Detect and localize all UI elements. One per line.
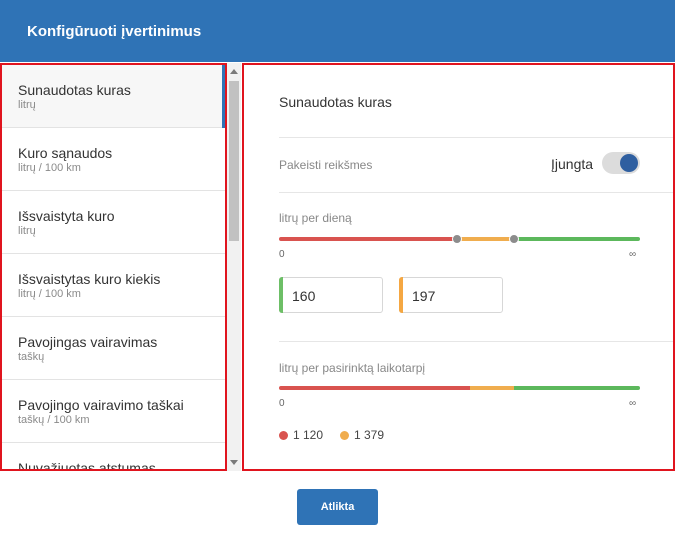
list-item-name: Išsvaistytas kuro kiekis <box>18 271 161 287</box>
list-item-name: Pavojingo vairavimo taškai <box>18 397 184 413</box>
list-scrollbar[interactable] <box>227 63 241 471</box>
per-day-high-value: 197 <box>412 288 436 304</box>
green-accent <box>279 277 283 313</box>
list-item-name: Sunaudotas kuras <box>18 82 131 98</box>
toggle-knob <box>620 154 638 172</box>
range-red-segment <box>279 386 470 390</box>
metric-detail-panel: Sunaudotas kuras Pakeisti reikšmes Įjung… <box>242 63 675 471</box>
per-period-range-bar <box>279 386 640 390</box>
divider <box>279 192 673 193</box>
per-period-max-tick: ∞ <box>629 398 637 409</box>
list-item-fuel-used[interactable]: Sunaudotas kuras litrų <box>2 65 225 128</box>
list-item-dangerous-driving[interactable]: Pavojingas vairavimas taškų <box>2 317 225 380</box>
per-day-min-tick: 0 <box>279 249 285 260</box>
per-day-label: litrų per dieną <box>279 211 352 225</box>
list-item-fuel-wasted[interactable]: Išsvaistyta kuro litrų <box>2 191 225 254</box>
detail-title: Sunaudotas kuras <box>279 94 392 110</box>
list-item-fuel-consumption[interactable]: Kuro sąnaudos litrų / 100 km <box>2 128 225 191</box>
divider <box>279 341 673 342</box>
per-period-high-legend: 1 379 <box>340 428 384 442</box>
metrics-list: Sunaudotas kuras litrų Kuro sąnaudos lit… <box>0 63 227 471</box>
per-period-low-legend: 1 120 <box>279 428 323 442</box>
dialog-header: Konfigūruoti įvertinimus <box>0 0 675 62</box>
per-day-high-handle[interactable] <box>509 234 519 244</box>
range-red-segment <box>279 237 457 241</box>
range-orange-segment <box>457 237 514 241</box>
divider <box>279 137 673 138</box>
list-item-name: Pavojingas vairavimas <box>18 334 158 350</box>
orange-accent <box>399 277 403 313</box>
per-day-low-value: 160 <box>292 288 316 304</box>
per-day-low-input[interactable]: 160 <box>279 277 383 313</box>
list-item-distance-driven[interactable]: Nuvažiuotas atstumas <box>2 443 225 471</box>
per-period-min-tick: 0 <box>279 398 285 409</box>
list-item-name: Kuro sąnaudos <box>18 145 113 161</box>
scroll-up-arrow-icon[interactable] <box>230 69 238 74</box>
list-item-dangerous-driving-points[interactable]: Pavojingo vairavimo taškai taškų / 100 k… <box>2 380 225 443</box>
dialog-title: Konfigūruoti įvertinimus <box>27 23 202 40</box>
scroll-down-arrow-icon[interactable] <box>230 460 238 465</box>
range-green-segment <box>514 237 640 241</box>
orange-dot-icon <box>340 431 349 440</box>
toggle-state-label: Įjungta <box>551 156 594 172</box>
range-orange-segment <box>470 386 514 390</box>
list-item-unit: litrų <box>18 225 36 237</box>
per-period-label: litrų per pasirinktą laikotarpį <box>279 361 426 375</box>
done-button[interactable]: Atlikta <box>297 489 378 525</box>
list-item-unit: taškų / 100 km <box>18 414 90 426</box>
list-item-name: Nuvažiuotas atstumas <box>18 460 156 471</box>
override-toggle[interactable] <box>602 152 640 174</box>
configure-ratings-dialog: Konfigūruoti įvertinimus Sunaudotas kura… <box>0 0 675 541</box>
per-period-low-value: 1 120 <box>293 428 324 442</box>
per-day-high-input[interactable]: 197 <box>399 277 503 313</box>
list-item-unit: litrų / 100 km <box>18 162 81 174</box>
range-green-segment <box>514 386 640 390</box>
list-item-fuel-wasted-amount[interactable]: Išsvaistytas kuro kiekis litrų / 100 km <box>2 254 225 317</box>
red-dot-icon <box>279 431 288 440</box>
override-values-label: Pakeisti reikšmes <box>279 158 373 172</box>
per-period-high-value: 1 379 <box>354 428 385 442</box>
scrollbar-thumb[interactable] <box>229 81 239 241</box>
list-item-unit: taškų <box>18 351 45 363</box>
list-item-unit: litrų / 100 km <box>18 288 81 300</box>
per-day-low-handle[interactable] <box>452 234 462 244</box>
list-item-name: Išsvaistyta kuro <box>18 208 115 224</box>
list-item-unit: litrų <box>18 99 36 111</box>
per-day-max-tick: ∞ <box>629 249 637 260</box>
